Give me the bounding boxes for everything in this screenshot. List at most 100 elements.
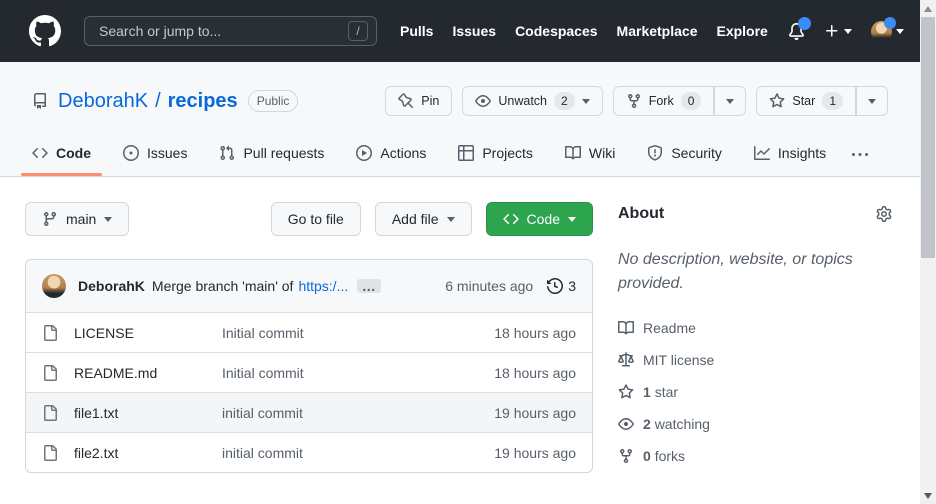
latest-commit-bar: DeborahK Merge branch 'main' of https:/.… [26,260,592,312]
scrollbar-thumb[interactable] [921,17,935,258]
tab-insights[interactable]: Insights [738,130,842,176]
git-pull-request-icon [220,145,235,161]
repo-description: No description, website, or topics provi… [618,251,853,292]
fork-dropdown-button[interactable] [714,86,747,116]
main-content: main Go to file Add file Code DeborahK M… [0,177,920,480]
top-navbar: / Pulls Issues Codespaces Marketplace Ex… [0,0,920,62]
star-dropdown-button[interactable] [856,86,888,116]
file-commit-time: 18 hours ago [494,324,576,341]
repo-tabs: Code Issues Pull requests Actions Projec… [0,130,920,176]
plus-icon [826,25,838,37]
forks-count: 0 [643,448,651,464]
go-to-file-button[interactable]: Go to file [270,202,361,236]
file-commit-message-link[interactable]: initial commit [222,405,478,421]
file-name-link[interactable]: file2.txt [74,445,206,461]
scrollbar-down-arrow[interactable] [920,487,936,504]
branch-selector-button[interactable]: main [25,202,130,236]
file-name-link[interactable]: file1.txt [74,405,206,421]
repo-book-icon [32,93,48,109]
file-icon [44,364,57,381]
repo-name-link[interactable]: recipes [168,90,238,113]
scrollbar-up-arrow[interactable] [920,0,936,17]
repo-actions: Pin Unwatch 2 Fork 0 Star 1 [385,86,888,116]
commit-message-url[interactable]: https:/... [298,278,348,294]
nav-link-issues[interactable]: Issues [452,23,496,39]
commit-time-link[interactable]: 6 minutes ago [445,278,533,294]
star-count: 1 [643,384,651,400]
book-icon [564,145,581,160]
global-search[interactable]: / [84,16,377,46]
file-name-link[interactable]: README.md [74,365,206,381]
star-icon [618,384,634,399]
watchers-link[interactable]: 2 watching [618,416,892,432]
commit-author-link[interactable]: DeborahK [78,278,145,294]
eye-icon [475,95,492,107]
tab-security[interactable]: Security [631,130,738,176]
commit-history-link[interactable]: 3 [547,278,576,294]
tab-projects[interactable]: Projects [442,130,549,176]
unread-notification-dot [798,16,811,30]
notifications-bell-icon[interactable] [788,16,811,40]
star-count: 1 [822,92,843,110]
code-download-button[interactable]: Code [485,202,593,236]
repo-header: DeborahK / recipes Public Pin Unwatch 2 [0,62,920,177]
repo-owner-link[interactable]: DeborahK [58,90,148,113]
file-commit-message-link[interactable]: Initial commit [222,325,478,341]
gear-icon[interactable] [876,206,892,222]
chevron-down-icon [725,98,734,104]
star-button[interactable]: Star 1 [756,86,856,116]
nav-link-explore[interactable]: Explore [716,23,767,39]
nav-link-codespaces[interactable]: Codespaces [515,23,597,39]
pin-button[interactable]: Pin [385,86,453,116]
github-logo-icon[interactable] [29,15,61,47]
fork-button[interactable]: Fork 0 [612,86,715,116]
code-icon [32,147,48,159]
file-row[interactable]: file2.txt initial commit 19 hours ago [26,432,592,472]
watch-count: 2 [554,92,575,110]
readme-link[interactable]: Readme [618,320,892,336]
file-row[interactable]: README.md Initial commit 18 hours ago [26,352,592,392]
add-file-button[interactable]: Add file [374,202,472,236]
file-name-link[interactable]: LICENSE [74,325,206,341]
vertical-scrollbar[interactable] [920,0,936,504]
stars-link[interactable]: 1 star [618,384,892,400]
tab-actions[interactable]: Actions [340,130,442,176]
chevron-down-icon [568,216,576,222]
file-commit-message-link[interactable]: initial commit [222,445,478,461]
nav-link-marketplace[interactable]: Marketplace [617,23,698,39]
file-row[interactable]: LICENSE Initial commit 18 hours ago [26,312,592,352]
play-icon [356,145,373,161]
file-commit-message-link[interactable]: Initial commit [222,365,478,381]
tab-wiki[interactable]: Wiki [549,130,631,176]
file-icon [44,324,57,341]
chevron-down-icon [896,28,904,34]
unwatch-button[interactable]: Unwatch 2 [462,86,603,116]
tab-code[interactable]: Code [16,130,107,176]
fork-count: 0 [680,92,702,110]
chevron-down-icon [844,28,852,34]
tabs-overflow-menu[interactable] [842,134,878,176]
user-menu[interactable] [871,16,904,42]
pin-icon [398,93,414,109]
navbar-links: Pulls Issues Codespaces Marketplace Expl… [400,23,768,39]
nav-link-pulls[interactable]: Pulls [400,23,433,39]
license-link[interactable]: MIT license [618,352,892,368]
repo-separator: / [155,89,161,112]
fork-icon [627,94,640,109]
file-row[interactable]: file1.txt initial commit 19 hours ago [26,392,592,432]
expand-commit-message-button[interactable]: … [357,279,382,293]
navbar-right [788,16,904,42]
tab-issues[interactable]: Issues [107,130,203,176]
book-icon [618,320,634,335]
code-icon [502,213,519,225]
commit-count: 3 [568,278,576,294]
commit-author-avatar[interactable] [42,274,66,298]
commit-message-link[interactable]: Merge branch 'main' of [152,278,294,294]
search-input[interactable] [97,22,348,40]
tab-pull-requests[interactable]: Pull requests [203,130,340,176]
chevron-down-icon [446,216,455,222]
forks-link[interactable]: 0 forks [618,448,892,464]
create-new-dropdown[interactable] [824,23,852,39]
issue-opened-icon [123,145,139,161]
star-button-group: Star 1 [756,86,888,116]
